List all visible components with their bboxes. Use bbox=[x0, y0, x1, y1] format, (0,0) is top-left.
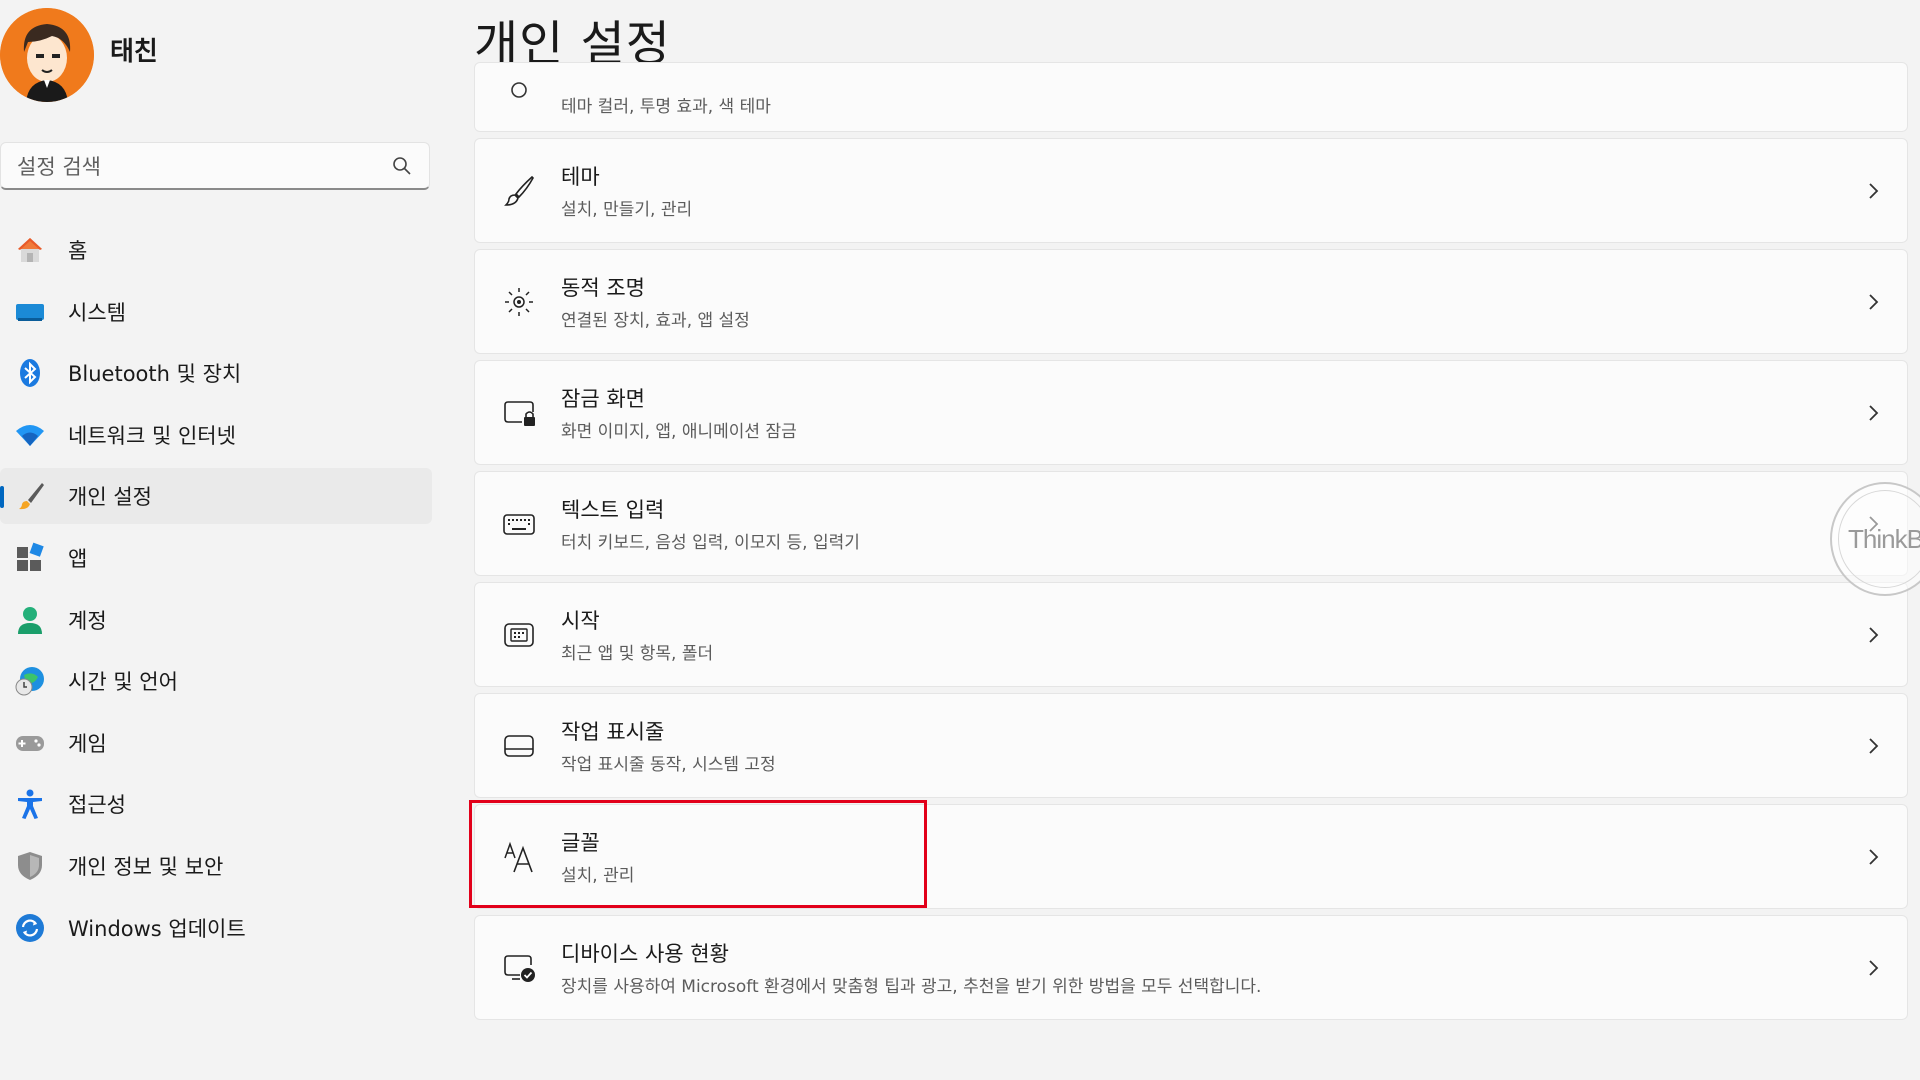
setting-card-text-input[interactable]: 텍스트 입력 터치 키보드, 음성 입력, 이모지 등, 입력기 bbox=[474, 471, 1908, 576]
account-icon bbox=[14, 604, 46, 636]
lock-screen-icon bbox=[499, 393, 539, 433]
setting-subtitle: 터치 키보드, 음성 입력, 이모지 등, 입력기 bbox=[561, 533, 860, 553]
sidebar-item-time-language[interactable]: 시간 및 언어 bbox=[0, 653, 432, 709]
chevron-right-icon bbox=[1869, 737, 1879, 754]
setting-title: 잠금 화면 bbox=[561, 387, 645, 411]
setting-title: 동적 조명 bbox=[561, 276, 645, 300]
search-icon[interactable] bbox=[391, 155, 413, 177]
chevron-right-icon bbox=[1869, 404, 1879, 421]
sidebar-item-label: Bluetooth 및 장치 bbox=[68, 362, 242, 387]
sidebar-item-label: 시스템 bbox=[68, 300, 126, 325]
sidebar-item-label: 개인 설정 bbox=[68, 485, 152, 510]
sidebar-item-accounts[interactable]: 계정 bbox=[0, 592, 432, 648]
setting-subtitle: 화면 이미지, 앱, 애니메이션 잠금 bbox=[561, 422, 797, 442]
setting-subtitle: 작업 표시줄 동작, 시스템 고정 bbox=[561, 755, 776, 775]
setting-title: 작업 표시줄 bbox=[561, 720, 665, 744]
setting-card-colors[interactable]: 테마 컬러, 투명 효과, 색 테마 bbox=[474, 62, 1908, 132]
chevron-right-icon bbox=[1869, 848, 1879, 865]
setting-subtitle: 최근 앱 및 항목, 폴더 bbox=[561, 644, 714, 664]
setting-title: 테마 bbox=[561, 165, 600, 189]
setting-subtitle: 연결된 장치, 효과, 앱 설정 bbox=[561, 311, 750, 331]
color-icon bbox=[499, 77, 539, 117]
setting-card-dynamic-lighting[interactable]: 동적 조명 연결된 장치, 효과, 앱 설정 bbox=[474, 249, 1908, 354]
chevron-right-icon bbox=[1869, 293, 1879, 310]
gamepad-icon bbox=[14, 727, 46, 759]
sidebar-item-personalization[interactable]: 개인 설정 bbox=[0, 468, 432, 525]
accessibility-icon bbox=[14, 788, 46, 820]
taskbar-icon bbox=[499, 726, 539, 766]
keyboard-icon bbox=[499, 504, 539, 544]
setting-title: 디바이스 사용 현황 bbox=[561, 942, 729, 966]
brush-icon bbox=[499, 171, 539, 211]
dynamic-lighting-icon bbox=[499, 282, 539, 322]
device-usage-icon bbox=[499, 948, 539, 988]
wifi-icon bbox=[14, 419, 46, 451]
sidebar-item-label: 개인 정보 및 보안 bbox=[68, 854, 224, 879]
setting-card-themes[interactable]: 테마 설치, 만들기, 관리 bbox=[474, 138, 1908, 243]
search-box[interactable]: 설정 검색 bbox=[0, 142, 430, 190]
setting-title: 텍스트 입력 bbox=[561, 498, 665, 522]
home-icon bbox=[14, 234, 46, 266]
setting-card-lock-screen[interactable]: 잠금 화면 화면 이미지, 앱, 애니메이션 잠금 bbox=[474, 360, 1908, 465]
sidebar-item-privacy[interactable]: 개인 정보 및 보안 bbox=[0, 838, 432, 894]
sidebar-item-label: 홈 bbox=[68, 239, 88, 263]
sidebar-item-label: 네트워크 및 인터넷 bbox=[68, 423, 236, 448]
search-input[interactable]: 설정 검색 bbox=[17, 151, 391, 181]
setting-subtitle: 테마 컬러, 투명 효과, 색 테마 bbox=[561, 97, 771, 117]
chevron-right-icon bbox=[1869, 626, 1879, 643]
sidebar-item-windows-update[interactable]: Windows 업데이트 bbox=[0, 900, 432, 956]
avatar bbox=[0, 8, 94, 102]
sidebar-item-label: 계정 bbox=[68, 608, 107, 633]
setting-title: 시작 bbox=[561, 609, 600, 633]
brush-icon bbox=[14, 480, 46, 512]
setting-card-start[interactable]: 시작 최근 앱 및 항목, 폴더 bbox=[474, 582, 1908, 687]
settings-window: 태친 설정 검색 홈 시스템 Bluetooth 및 장치 네트워크 및 인터넷… bbox=[0, 0, 1920, 1080]
thinkbook-logo: ThinkBook bbox=[1848, 523, 1920, 554]
start-icon bbox=[499, 615, 539, 655]
globe-clock-icon bbox=[14, 665, 46, 697]
apps-icon bbox=[14, 542, 46, 574]
highlight-box bbox=[469, 800, 927, 908]
user-profile[interactable]: 태친 bbox=[0, 8, 158, 102]
sidebar-item-home[interactable]: 홈 bbox=[0, 222, 432, 278]
setting-card-device-usage[interactable]: 디바이스 사용 현황 장치를 사용하여 Microsoft 환경에서 맞춤형 팁… bbox=[474, 915, 1908, 1020]
sidebar-item-label: 접근성 bbox=[68, 793, 126, 818]
sidebar-item-accessibility[interactable]: 접근성 bbox=[0, 776, 432, 832]
setting-subtitle: 설치, 만들기, 관리 bbox=[561, 200, 693, 220]
sidebar-nav: 홈 시스템 Bluetooth 및 장치 네트워크 및 인터넷 개인 설정 앱 … bbox=[0, 222, 432, 961]
user-name: 태친 bbox=[110, 36, 158, 67]
chevron-right-icon bbox=[1869, 182, 1879, 199]
shield-icon bbox=[14, 850, 46, 882]
sidebar-item-label: 시간 및 언어 bbox=[68, 670, 178, 695]
bluetooth-icon bbox=[14, 357, 46, 389]
sidebar-item-system[interactable]: 시스템 bbox=[0, 284, 432, 340]
sidebar-item-gaming[interactable]: 게임 bbox=[0, 715, 432, 771]
sidebar-item-apps[interactable]: 앱 bbox=[0, 530, 432, 586]
sidebar-item-bluetooth[interactable]: Bluetooth 및 장치 bbox=[0, 345, 432, 401]
setting-card-taskbar[interactable]: 작업 표시줄 작업 표시줄 동작, 시스템 고정 bbox=[474, 693, 1908, 798]
sidebar-item-label: 앱 bbox=[68, 546, 88, 571]
sidebar-item-network[interactable]: 네트워크 및 인터넷 bbox=[0, 407, 432, 463]
sidebar-item-label: Windows 업데이트 bbox=[68, 916, 246, 941]
update-icon bbox=[14, 912, 46, 944]
setting-subtitle: 장치를 사용하여 Microsoft 환경에서 맞춤형 팁과 광고, 추천을 받… bbox=[561, 977, 1262, 997]
chevron-right-icon bbox=[1869, 959, 1879, 976]
system-icon bbox=[14, 296, 46, 328]
sidebar-item-label: 게임 bbox=[68, 731, 107, 756]
